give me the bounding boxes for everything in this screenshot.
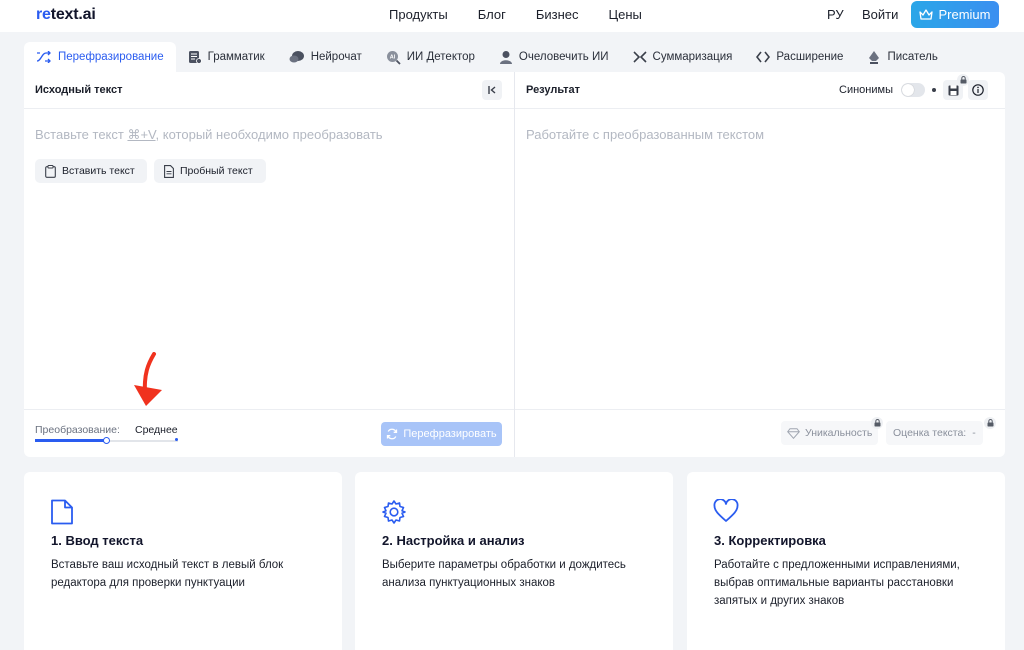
paraphrase-button[interactable]: Перефразировать — [381, 422, 502, 446]
source-text-input[interactable]: Вставьте текст ⌘+V, который необходимо п… — [35, 127, 383, 143]
result-footer-divider — [515, 409, 1005, 410]
source-footer-divider — [24, 409, 514, 410]
synonyms-toggle[interactable] — [901, 83, 925, 97]
tab-summarize[interactable]: Суммаризация — [621, 42, 745, 72]
logo[interactable]: retext.ai — [36, 6, 96, 24]
text-score-button[interactable]: Оценка текста: - — [886, 421, 983, 445]
red-arrow-icon — [134, 352, 162, 406]
grammar-icon — [188, 51, 202, 64]
heart-icon — [713, 499, 739, 522]
paraphrase-icon — [36, 51, 51, 63]
step-card-settings: 2. Настройка и анализ Выберите параметры… — [355, 472, 673, 650]
card-text: Вставьте ваш исходный текст в левый блок… — [51, 559, 284, 589]
nav-link-products[interactable]: Продукты — [389, 7, 448, 22]
tab-grammar[interactable]: Грамматик — [176, 42, 277, 72]
card-title: 2. Настройка и анализ — [382, 533, 525, 548]
info-button[interactable] — [968, 80, 988, 100]
nav-link-pricing[interactable]: Цены — [609, 7, 642, 22]
crown-icon — [919, 8, 934, 20]
card-title: 3. Корректировка — [714, 533, 826, 548]
diamond-icon — [787, 427, 800, 439]
writer-icon — [869, 50, 880, 64]
tab-paraphrase[interactable]: Перефразирование — [24, 42, 176, 72]
text-score-value: - — [972, 427, 976, 439]
ai-detector-icon: AI — [386, 50, 401, 65]
step-card-input: 1. Ввод текста Вставьте ваш исходный тек… — [24, 472, 342, 650]
mode-value: Среднее — [135, 424, 178, 436]
separator-dot — [932, 88, 936, 92]
nav-link-blog[interactable]: Блог — [478, 7, 506, 22]
nav-link-business[interactable]: Бизнес — [536, 7, 579, 22]
document-icon — [164, 164, 174, 178]
tool-tabs: Перефразирование Грамматик Нейрочат AI И… — [24, 42, 950, 72]
info-icon — [972, 84, 984, 96]
premium-button[interactable]: Premium — [911, 1, 999, 28]
panel-divider — [514, 72, 515, 457]
summarize-icon — [632, 51, 647, 63]
tab-neurochat[interactable]: Нейрочат — [277, 42, 374, 72]
collapse-icon — [488, 86, 496, 94]
result-title: Результат — [526, 84, 581, 96]
score-lock-icon — [984, 417, 996, 429]
gear-icon — [382, 500, 406, 524]
paste-shortcut: ⌘+V — [127, 127, 156, 142]
floppy-icon — [948, 85, 958, 95]
clipboard-icon — [45, 164, 56, 178]
main-nav: Продукты Блог Бизнес Цены — [389, 7, 672, 22]
expand-icon — [756, 51, 771, 63]
tab-ai-detector[interactable]: AI ИИ Детектор — [374, 42, 487, 72]
result-text-area[interactable]: Работайте с преобразованным текстом — [526, 127, 764, 142]
uniqueness-button[interactable]: Уникальность — [781, 421, 879, 445]
card-text: Работайте с предложенными исправлениями,… — [714, 559, 960, 607]
collapse-button[interactable] — [482, 80, 502, 100]
card-text: Выберите параметры обработки и дождитесь… — [382, 559, 626, 589]
synonyms-label: Синонимы — [839, 84, 893, 96]
sample-text-button[interactable]: Пробный текст — [154, 159, 266, 183]
tab-expand[interactable]: Расширение — [744, 42, 855, 72]
top-navigation: retext.ai Продукты Блог Бизнес Цены РУ В… — [0, 0, 1024, 32]
svg-text:AI: AI — [390, 54, 396, 60]
chat-icon — [289, 51, 304, 63]
mode-slider-handle[interactable] — [103, 437, 110, 444]
refresh-icon — [387, 428, 398, 440]
tab-humanize[interactable]: Очеловечить ИИ — [487, 42, 621, 72]
tab-writer[interactable]: Писатель — [855, 42, 949, 72]
mode-label: Преобразование: — [35, 424, 120, 436]
login-link[interactable]: Войти — [862, 7, 898, 22]
card-title: 1. Ввод текста — [51, 533, 144, 548]
source-header: Исходный текст — [24, 72, 514, 109]
result-header: Результат Синонимы — [515, 72, 1005, 109]
paste-text-button[interactable]: Вставить текст — [35, 159, 147, 183]
source-title: Исходный текст — [35, 84, 123, 96]
humanize-icon — [499, 50, 512, 64]
step-card-correction: 3. Корректировка Работайте с предложенны… — [687, 472, 1005, 650]
uniqueness-lock-icon — [871, 417, 883, 429]
document-icon — [51, 499, 73, 525]
editor-panel: Исходный текст Результат Синонимы Вставь… — [24, 72, 1005, 457]
language-switch[interactable]: РУ — [827, 7, 844, 22]
mode-slider-end — [175, 438, 178, 441]
mode-slider-fill — [35, 439, 107, 442]
